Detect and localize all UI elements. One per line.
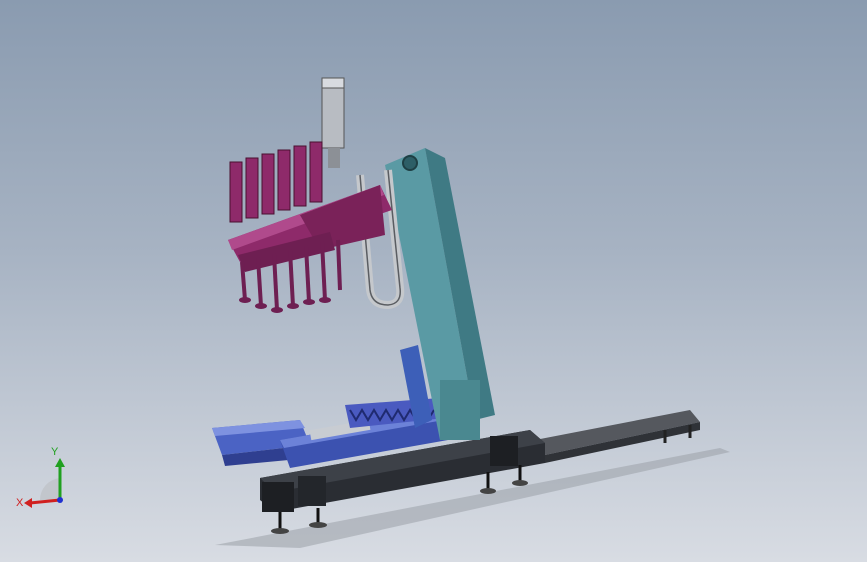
motor — [321, 77, 345, 168]
x-axis-icon — [29, 498, 61, 505]
y-axis-label: Y — [51, 446, 59, 458]
coordinate-triad: Y X — [16, 446, 65, 509]
extension-rail — [535, 410, 700, 463]
z-axis-icon — [57, 497, 63, 503]
cad-model-scene[interactable]: Y X — [0, 0, 867, 562]
x-axis-label: X — [16, 497, 24, 509]
cad-viewport[interactable]: Y X — [0, 0, 867, 562]
